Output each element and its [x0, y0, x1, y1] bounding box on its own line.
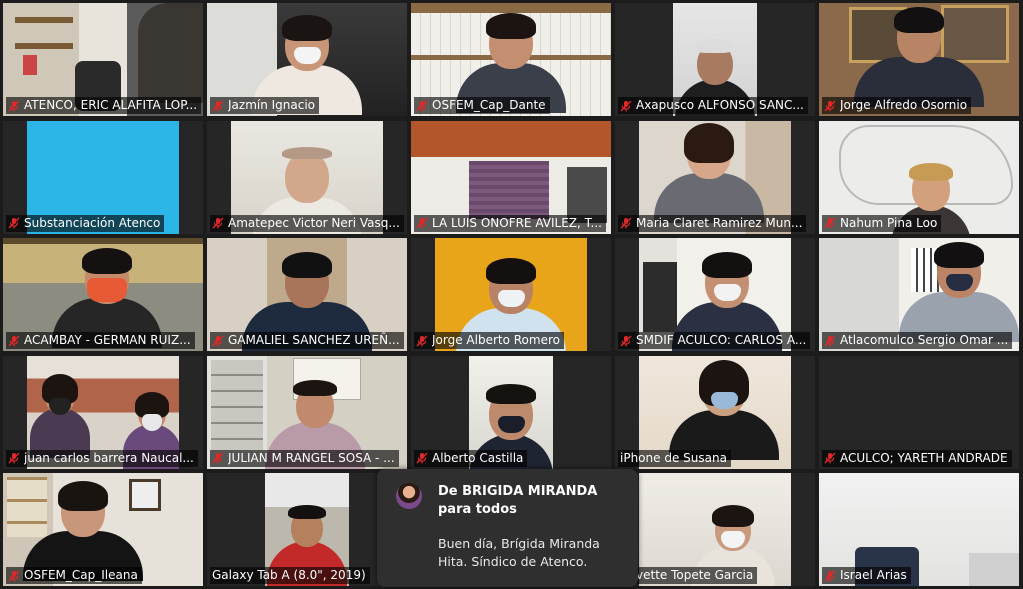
- microphone-muted-icon: [416, 217, 428, 229]
- chat-sender: De BRIGIDA MIRANDA para todos: [438, 484, 598, 517]
- participant-name: juan carlos barrera Naucal...: [24, 450, 194, 465]
- participant-name-label: JULIAN M RANGEL SOSA - ...: [210, 449, 399, 467]
- participant-name-label: Nahum Pina Loo: [822, 214, 942, 232]
- sender-avatar: [396, 483, 422, 509]
- participant-tile[interactable]: Jazmín Ignacio: [207, 3, 407, 116]
- participant-name-label: iPhone de Susana: [618, 449, 731, 467]
- participant-name-label: Israel Arias: [822, 567, 911, 584]
- participant-tile[interactable]: Atlacomulco Sergio Omar ...: [819, 238, 1019, 351]
- participant-name: LA LUIS ONOFRE AVILEZ, T...: [432, 215, 602, 230]
- microphone-muted-icon: [416, 100, 428, 112]
- participant-name: OSFEM_Cap_Dante: [432, 98, 546, 112]
- chat-message: Buen día, Brígida Miranda Hita. Síndico …: [438, 536, 600, 569]
- participant-name: Jazmín Ignacio: [228, 98, 316, 112]
- participant-tile[interactable]: ACULCO; YARETH ANDRADE: [819, 355, 1019, 469]
- microphone-muted-icon: [416, 452, 428, 464]
- microphone-muted-icon: [824, 217, 836, 229]
- participant-name: SMDIF ACULCO: CARLOS A...: [636, 333, 807, 347]
- participant-name-label: OSFEM_Cap_Dante: [414, 97, 550, 114]
- microphone-muted-icon: [8, 335, 20, 347]
- microphone-muted-icon: [212, 100, 224, 112]
- microphone-muted-icon: [8, 100, 20, 112]
- participant-name-label: vette Topete Garcia: [618, 567, 758, 584]
- microphone-muted-icon: [8, 217, 20, 229]
- participant-name-label: juan carlos barrera Naucal...: [6, 449, 198, 467]
- participant-name: Amatepec Victor Neri Vasq...: [228, 215, 400, 230]
- participant-tile[interactable]: Axapusco ALFONSO SANC...: [615, 3, 815, 116]
- participant-tile[interactable]: OSFEM_Cap_Dante: [411, 3, 611, 116]
- participant-name: ACULCO; YARETH ANDRADE: [840, 450, 1008, 465]
- participant-tile[interactable]: OSFEM_Cap_Ileana: [3, 473, 203, 586]
- participant-name: Substanciación Atenco: [24, 215, 161, 230]
- participant-tile[interactable]: Nahum Pina Loo: [819, 120, 1019, 234]
- microphone-muted-icon: [824, 335, 836, 347]
- microphone-muted-icon: [620, 335, 632, 347]
- participant-name: ACAMBAY - GERMAN RUIZ...: [24, 333, 191, 347]
- participant-name: ATENCO, ERIC ALAFITA LOP...: [24, 98, 198, 112]
- participant-name: JULIAN M RANGEL SOSA - ...: [228, 450, 395, 465]
- participant-tile[interactable]: Amatepec Victor Neri Vasq...: [207, 120, 407, 234]
- microphone-muted-icon: [620, 100, 632, 112]
- participant-name-label: ATENCO, ERIC ALAFITA LOP...: [6, 97, 202, 114]
- participant-name-label: LA LUIS ONOFRE AVILEZ, T...: [414, 214, 606, 232]
- participant-name: iPhone de Susana: [620, 450, 727, 465]
- participant-name-label: SMDIF ACULCO: CARLOS A...: [618, 332, 811, 349]
- participant-tile[interactable]: Jorge Alberto Romero: [411, 238, 611, 351]
- participant-name: Nahum Pina Loo: [840, 215, 938, 230]
- participant-name-label: OSFEM_Cap_Ileana: [6, 567, 142, 584]
- participant-name: Jorge Alfredo Osornio: [840, 98, 968, 112]
- participant-tile[interactable]: ATENCO, ERIC ALAFITA LOP...: [3, 3, 203, 116]
- participant-name: Maria Claret Ramirez Mun...: [636, 215, 803, 230]
- participant-tile[interactable]: Maria Claret Ramirez Mun...: [615, 120, 815, 234]
- microphone-muted-icon: [8, 570, 20, 582]
- chat-notification-popup[interactable]: De BRIGIDA MIRANDA para todos Buen día, …: [377, 469, 638, 587]
- participant-name-label: Jazmín Ignacio: [210, 97, 320, 114]
- participant-name-label: Alberto Castilla: [414, 449, 528, 467]
- participant-name-label: Atlacomulco Sergio Omar ...: [822, 332, 1013, 349]
- microphone-muted-icon: [824, 452, 836, 464]
- microphone-muted-icon: [824, 570, 836, 582]
- participant-tile[interactable]: iPhone de Susana: [615, 355, 815, 469]
- participant-name-label: Galaxy Tab A (8.0", 2019): [210, 567, 370, 584]
- participant-name-label: Jorge Alfredo Osornio: [822, 97, 972, 114]
- participant-name: Jorge Alberto Romero: [432, 333, 560, 347]
- microphone-muted-icon: [416, 335, 428, 347]
- participant-tile[interactable]: vette Topete Garcia: [615, 473, 815, 586]
- microphone-muted-icon: [620, 217, 632, 229]
- participant-name: Atlacomulco Sergio Omar ...: [840, 333, 1009, 347]
- microphone-muted-icon: [212, 452, 224, 464]
- participant-name-label: Maria Claret Ramirez Mun...: [618, 214, 807, 232]
- participant-name: vette Topete Garcia: [636, 568, 754, 582]
- participant-name-label: Amatepec Victor Neri Vasq...: [210, 214, 404, 232]
- participant-name-label: Axapusco ALFONSO SANC...: [618, 97, 808, 114]
- participant-name-label: Jorge Alberto Romero: [414, 332, 564, 349]
- participant-tile[interactable]: SMDIF ACULCO: CARLOS A...: [615, 238, 815, 351]
- participant-name-label: GAMALIEL SANCHEZ UREÑ...: [210, 332, 404, 349]
- microphone-muted-icon: [824, 100, 836, 112]
- participant-name: Alberto Castilla: [432, 450, 524, 465]
- participant-tile[interactable]: Alberto Castilla: [411, 355, 611, 469]
- participant-tile[interactable]: Substanciación Atenco: [3, 120, 203, 234]
- participant-name: Galaxy Tab A (8.0", 2019): [212, 568, 366, 582]
- participant-tile[interactable]: ACAMBAY - GERMAN RUIZ...: [3, 238, 203, 351]
- participant-name-label: Substanciación Atenco: [6, 214, 165, 232]
- participant-tile[interactable]: GAMALIEL SANCHEZ UREÑ...: [207, 238, 407, 351]
- participant-tile[interactable]: JULIAN M RANGEL SOSA - ...: [207, 355, 407, 469]
- participant-name: OSFEM_Cap_Ileana: [24, 568, 138, 582]
- participant-tile[interactable]: LA LUIS ONOFRE AVILEZ, T...: [411, 120, 611, 234]
- participant-name: Axapusco ALFONSO SANC...: [636, 98, 804, 112]
- participant-tile[interactable]: juan carlos barrera Naucal...: [3, 355, 203, 469]
- participant-tile[interactable]: Israel Arias: [819, 473, 1019, 586]
- participant-tile[interactable]: Jorge Alfredo Osornio: [819, 3, 1019, 116]
- microphone-muted-icon: [8, 452, 20, 464]
- participant-name-label: ACULCO; YARETH ANDRADE: [822, 449, 1012, 467]
- participant-name-label: ACAMBAY - GERMAN RUIZ...: [6, 332, 195, 349]
- microphone-muted-icon: [212, 217, 224, 229]
- participant-name: Israel Arias: [840, 568, 907, 582]
- participant-name: GAMALIEL SANCHEZ UREÑ...: [228, 333, 400, 347]
- microphone-muted-icon: [212, 335, 224, 347]
